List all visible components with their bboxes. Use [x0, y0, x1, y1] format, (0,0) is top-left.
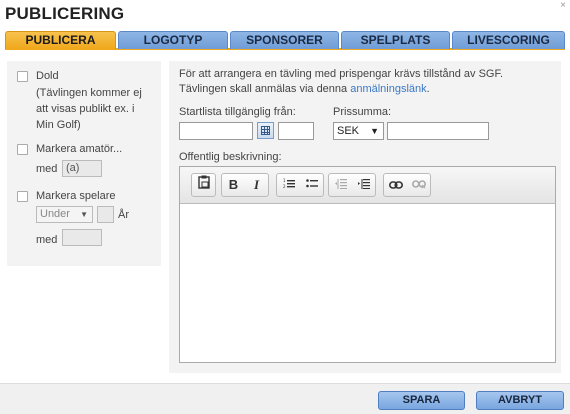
currency-select[interactable]: SEK ▼	[333, 122, 384, 140]
save-button[interactable]: SPARA	[378, 391, 465, 410]
age-unit-label: År	[118, 209, 129, 221]
indent-icon[interactable]	[352, 174, 375, 196]
list-group: 12	[276, 173, 324, 197]
info-line-2-suffix: .	[426, 83, 430, 95]
amator-label: Markera amatör...	[36, 143, 123, 155]
unlink-icon[interactable]	[407, 174, 430, 196]
dold-note-line-2: att visas publikt ex. i	[36, 103, 135, 115]
format-group: B I	[221, 173, 269, 197]
description-editor: B I 12	[179, 166, 556, 363]
svg-text:1: 1	[283, 178, 286, 183]
dold-note-line-3: Min Golf)	[36, 119, 81, 131]
tab-bar: PUBLICERA LOGOTYP SPONSORER SPELPLATS LI…	[5, 31, 565, 50]
start-time-input[interactable]	[278, 122, 314, 140]
italic-icon[interactable]: I	[245, 174, 268, 196]
link-group	[383, 173, 431, 197]
prize-amount-input[interactable]	[387, 122, 489, 140]
tab-spelplats[interactable]: SPELPLATS	[341, 31, 450, 49]
spelare-suffix-input[interactable]	[62, 229, 102, 246]
spelare-label: Markera spelare	[36, 190, 116, 202]
info-text: För att arrangera en tävling med prispen…	[179, 67, 559, 97]
startlista-label: Startlista tillgänglig från:	[179, 106, 296, 118]
tab-publicera[interactable]: PUBLICERA	[5, 31, 116, 49]
chevron-down-icon: ▼	[80, 210, 88, 219]
description-textarea[interactable]	[180, 204, 555, 362]
clipboard-group	[191, 173, 216, 197]
amator-with-label: med	[36, 163, 58, 175]
editor-toolbar: B I 12	[180, 167, 555, 204]
close-icon[interactable]: ×	[560, 0, 566, 11]
registration-link[interactable]: anmälningslänk	[350, 83, 426, 95]
age-select-value: Under	[40, 208, 70, 220]
dold-checkbox[interactable]	[17, 71, 28, 82]
dialog-title: PUBLICERING	[5, 4, 125, 23]
spelare-with-label: med	[36, 234, 58, 246]
bold-icon[interactable]: B	[222, 174, 245, 196]
info-line-2: Tävlingen skall anmälas via denna anmäln…	[179, 82, 559, 97]
age-input[interactable]	[97, 206, 114, 223]
info-line-2-prefix: Tävlingen skall anmälas via denna	[179, 83, 351, 95]
tab-livescoring[interactable]: LIVESCORING	[452, 31, 565, 49]
svg-text:2: 2	[283, 184, 286, 189]
description-label: Offentlig beskrivning:	[179, 151, 282, 163]
dold-note-line-1: (Tävlingen kommer ej	[36, 87, 142, 99]
indent-group	[328, 173, 376, 197]
outdent-icon[interactable]	[329, 174, 352, 196]
currency-value: SEK	[337, 125, 360, 137]
age-select[interactable]: Under ▼	[36, 206, 93, 223]
calendar-icon	[261, 126, 270, 135]
link-icon[interactable]	[384, 174, 407, 196]
tab-sponsorer[interactable]: SPONSORER	[230, 31, 339, 49]
chevron-down-icon: ▼	[370, 126, 379, 136]
spelare-checkbox[interactable]	[17, 191, 28, 202]
paste-icon[interactable]	[192, 174, 215, 196]
prissumma-label: Prissumma:	[333, 106, 392, 118]
bullet-list-icon[interactable]	[300, 174, 323, 196]
amator-suffix-input[interactable]: (a)	[62, 160, 102, 177]
numbered-list-icon[interactable]: 12	[277, 174, 300, 196]
calendar-button[interactable]	[257, 122, 274, 139]
info-line-1: För att arrangera en tävling med prispen…	[179, 68, 504, 80]
dold-label: Dold	[36, 70, 59, 82]
start-date-input[interactable]	[179, 122, 253, 140]
tab-logotyp[interactable]: LOGOTYP	[118, 31, 228, 49]
cancel-button[interactable]: AVBRYT	[476, 391, 564, 410]
amator-checkbox[interactable]	[17, 144, 28, 155]
